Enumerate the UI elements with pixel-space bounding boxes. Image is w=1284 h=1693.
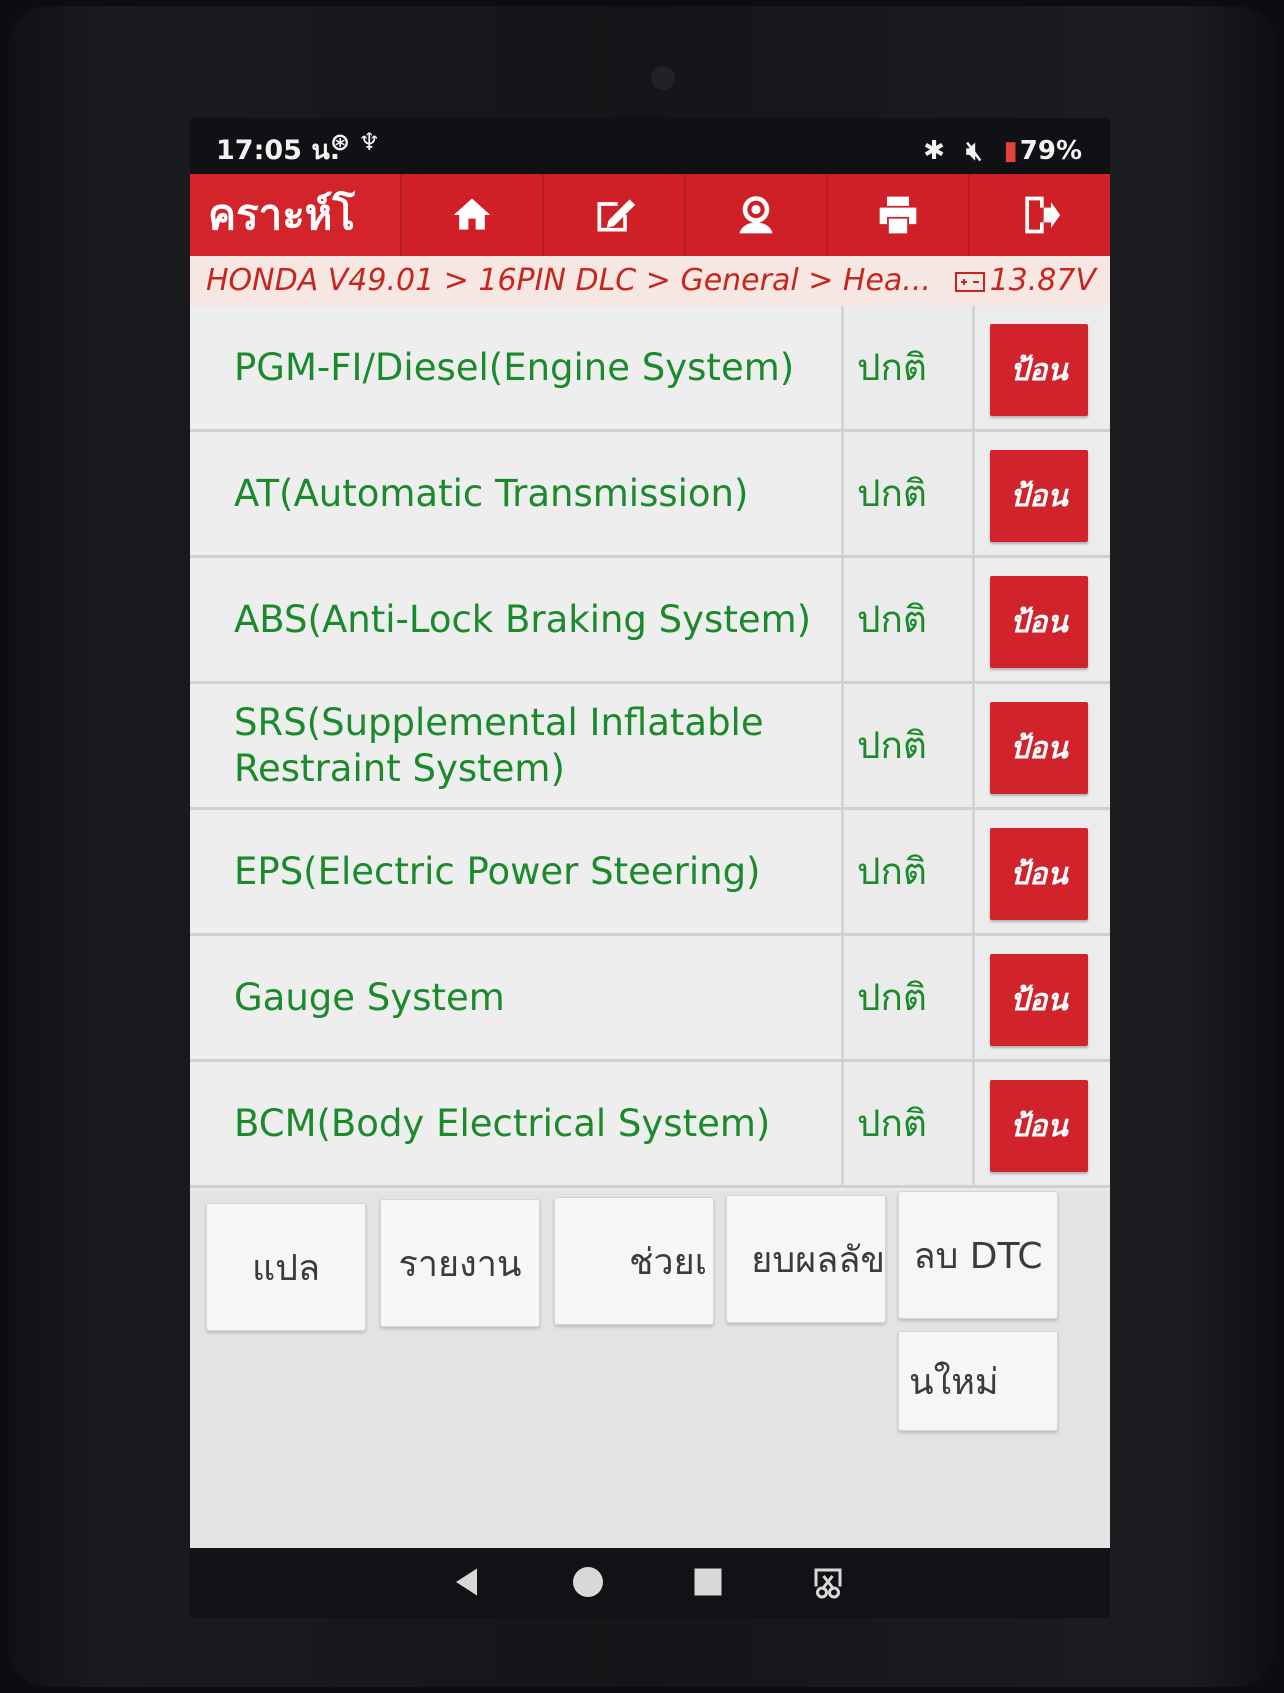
system-status: ปกติ xyxy=(847,936,975,1059)
back-button[interactable] xyxy=(448,1562,488,1602)
system-name: PGM-FI/Diesel(Engine System) xyxy=(190,306,844,429)
breadcrumb: HONDA V49.01 > 16PIN DLC > General > Hea… xyxy=(190,256,1110,306)
exit-button[interactable] xyxy=(968,174,1110,256)
system-status: ปกติ xyxy=(847,810,975,933)
system-status: ปกติ xyxy=(847,432,975,555)
help-button[interactable]: ช่วยเ xyxy=(554,1197,714,1325)
print-button[interactable] xyxy=(826,174,968,256)
enter-button[interactable]: ป้อน xyxy=(990,828,1088,920)
system-row[interactable]: SRS(Supplemental Inflatable Restraint Sy… xyxy=(190,684,1110,810)
system-name: ABS(Anti-Lock Braking System) xyxy=(190,558,844,681)
home-nav-button[interactable] xyxy=(568,1562,608,1602)
enter-button[interactable]: ป้อน xyxy=(990,576,1088,668)
battery-icon: ▮ xyxy=(1003,136,1018,166)
system-name: Gauge System xyxy=(190,936,844,1059)
status-right: ✱ 🔇︎ ▮79% xyxy=(911,136,1082,167)
system-name: SRS(Supplemental Inflatable Restraint Sy… xyxy=(190,684,844,807)
battery-level: 79% xyxy=(1019,136,1082,166)
screen: 17:05 น. ⊛ ♆ ✱ 🔇︎ ▮79% คราะห์โ HONDA V49… xyxy=(190,118,1110,1548)
front-camera xyxy=(651,66,675,90)
system-row[interactable]: ABS(Anti-Lock Braking System) ปกติ ป้อน xyxy=(190,558,1110,684)
back-icon xyxy=(456,1568,477,1596)
bluetooth-icon: ✱ xyxy=(923,136,945,166)
enter-button[interactable]: ป้อน xyxy=(990,954,1088,1046)
status-bar: 17:05 น. ⊛ ♆ ✱ 🔇︎ ▮79% xyxy=(190,118,1110,174)
system-name: BCM(Body Electrical System) xyxy=(190,1062,844,1185)
system-status: ปกติ xyxy=(847,558,975,681)
system-row[interactable]: Gauge System ปกติ ป้อน xyxy=(190,936,1110,1062)
circle-home-icon xyxy=(573,1567,603,1597)
enter-button[interactable]: ป้อน xyxy=(990,450,1088,542)
new-session-button[interactable]: นใหม่ xyxy=(898,1331,1058,1431)
notification-icons: ⊛ ♆ xyxy=(330,128,380,156)
app-toolbar: คราะห์โ xyxy=(190,174,1110,256)
enter-button[interactable]: ป้อน xyxy=(990,1080,1088,1172)
translate-button[interactable]: แปล xyxy=(206,1203,366,1331)
system-list: PGM-FI/Diesel(Engine System) ปกติ ป้อน A… xyxy=(190,306,1110,1191)
system-row[interactable]: AT(Automatic Transmission) ปกติ ป้อน xyxy=(190,432,1110,558)
support-button[interactable] xyxy=(684,174,826,256)
battery-voltage-icon xyxy=(954,272,985,292)
voltage-value: 13.87V xyxy=(989,263,1096,298)
screenshot-scissors-icon xyxy=(814,1568,842,1599)
screenshot-button[interactable] xyxy=(808,1562,848,1602)
system-row[interactable]: PGM-FI/Diesel(Engine System) ปกติ ป้อน xyxy=(190,306,1110,432)
square-recents-icon xyxy=(694,1568,722,1596)
exit-icon xyxy=(1025,196,1061,234)
print-icon xyxy=(879,196,917,234)
report-button[interactable]: รายงาน xyxy=(380,1199,540,1327)
system-status: ปกติ xyxy=(847,306,975,429)
enter-button[interactable]: ป้อน xyxy=(990,324,1088,416)
recents-button[interactable] xyxy=(688,1562,728,1602)
system-status: ปกติ xyxy=(847,1062,975,1185)
clear-dtc-button[interactable]: ลบ DTC xyxy=(898,1191,1058,1319)
clock: 17:05 น. xyxy=(216,135,341,166)
home-button[interactable] xyxy=(400,174,542,256)
system-status: ปกติ xyxy=(847,684,975,807)
system-row[interactable]: BCM(Body Electrical System) ปกติ ป้อน xyxy=(190,1062,1110,1188)
edit-button[interactable] xyxy=(542,174,684,256)
delete-results-button[interactable]: ยบผลลัข xyxy=(726,1195,886,1323)
android-nav-bar xyxy=(190,1548,1110,1618)
page-title: คราะห์โ xyxy=(190,174,400,256)
enter-button[interactable]: ป้อน xyxy=(990,702,1088,794)
system-name: AT(Automatic Transmission) xyxy=(190,432,844,555)
support-icon xyxy=(739,196,773,234)
home-icon xyxy=(453,198,491,230)
edit-icon xyxy=(597,199,636,232)
breadcrumb-path: HONDA V49.01 > 16PIN DLC > General > Hea… xyxy=(206,263,931,298)
function-bar: แปล รายงาน ช่วยเ ยบผลลัข ลบ DTC นใหม่ xyxy=(190,1191,1110,1548)
mute-icon: 🔇︎ xyxy=(966,136,983,166)
system-name: EPS(Electric Power Steering) xyxy=(190,810,844,933)
system-row[interactable]: EPS(Electric Power Steering) ปกติ ป้อน xyxy=(190,810,1110,936)
voltage-indicator: 13.87V xyxy=(954,256,1096,306)
